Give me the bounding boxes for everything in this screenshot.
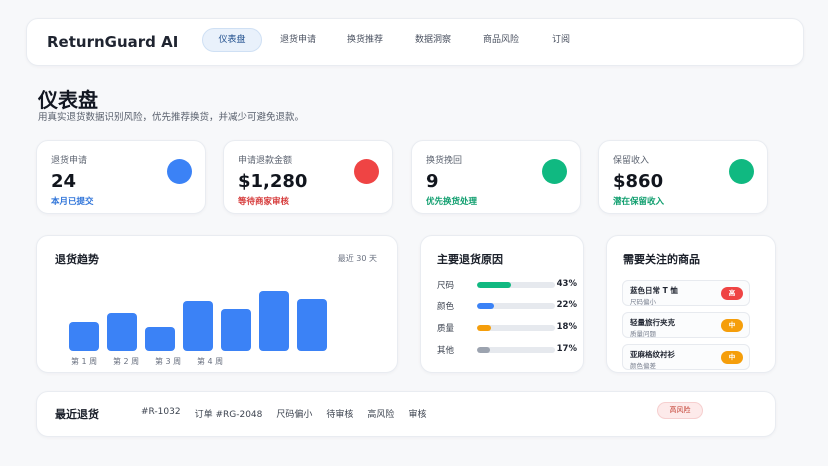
status-dot-icon <box>354 159 379 184</box>
recent-returns-card: 最近退货 #R-1032 订单 #RG-2048 尺码偏小 待审核 高风险 审核… <box>36 391 776 437</box>
risk-badge: 中 <box>721 351 743 364</box>
product-issue: 质量问题 <box>630 330 656 338</box>
reason-percent: 43% <box>556 279 577 289</box>
reason-label: 其他 <box>437 346 455 356</box>
status-dot-icon <box>167 159 192 184</box>
status-badge: 高风险 <box>657 402 703 419</box>
brand-logo[interactable]: ReturnGuard AI <box>47 33 178 51</box>
week-label: 第 3 周 <box>155 356 181 366</box>
reasons-title: 主要退货原因 <box>437 253 503 266</box>
recent-returns-title: 最近退货 <box>55 408 99 421</box>
trend-bar[interactable] <box>259 291 289 351</box>
review-action[interactable]: 审核 <box>408 407 426 420</box>
stat-value: $1,280 <box>238 171 308 192</box>
product-name: 蓝色日常 T 恤 <box>630 286 678 295</box>
reason-percent: 17% <box>556 344 577 354</box>
stat-value: 9 <box>426 171 439 192</box>
stat-card-refund-amount: 申请退款金额 $1,280 等待商家审核 <box>223 140 393 214</box>
stat-label: 退货申请 <box>51 156 88 166</box>
reason-progress-bar <box>477 347 555 353</box>
stat-card-return-requests: 退货申请 24 本月已提交 <box>36 140 206 214</box>
main-nav: 仪表盘 退货申请 换货推荐 数据洞察 商品风险 订阅 <box>202 28 590 52</box>
reason-label: 尺码 <box>437 281 455 291</box>
stat-value: $860 <box>613 171 664 192</box>
stat-label: 保留收入 <box>613 156 650 166</box>
product-issue: 尺码偏小 <box>630 298 656 306</box>
stat-note: 优先换货处理 <box>426 197 478 207</box>
week-label: 第 1 周 <box>71 356 97 366</box>
return-reason: 尺码偏小 <box>276 410 313 420</box>
reason-progress-fill <box>477 282 511 288</box>
reason-percent: 22% <box>556 300 577 310</box>
week-label: 第 4 周 <box>197 356 223 366</box>
return-reasons-card: 主要退货原因 尺码 43% 颜色 22% 质量 18% 其他 17% <box>420 235 584 373</box>
watchlist-title: 需要关注的商品 <box>623 253 700 266</box>
watchlist-item[interactable]: 轻量旅行夹克 质量问题 中 <box>622 312 750 338</box>
tab-product-risk[interactable]: 商品风险 <box>470 28 532 52</box>
watchlist-item[interactable]: 亚麻格纹衬衫 颜色偏差 中 <box>622 344 750 370</box>
reason-row: 颜色 22% <box>437 300 577 312</box>
watchlist-card: 需要关注的商品 蓝色日常 T 恤 尺码偏小 高 轻量旅行夹克 质量问题 中 亚麻… <box>606 235 776 373</box>
week-label: 第 2 周 <box>113 356 139 366</box>
reason-row: 其他 17% <box>437 344 577 356</box>
reason-progress-fill <box>477 347 491 353</box>
reason-label: 颜色 <box>437 302 455 312</box>
reason-progress-fill <box>477 303 495 309</box>
product-name: 轻量旅行夹克 <box>630 318 675 327</box>
page-subtitle: 用真实退货数据识别风险，优先推荐换货，并减少可避免退款。 <box>38 112 305 123</box>
risk-badge: 高 <box>721 287 743 300</box>
risk-level: 高风险 <box>367 410 395 420</box>
reason-row: 质量 18% <box>437 322 577 334</box>
tab-subscription[interactable]: 订阅 <box>538 28 584 52</box>
table-row[interactable]: #R-1032 订单 #RG-2048 尺码偏小 待审核 高风险 审核 <box>141 407 440 420</box>
trend-bar[interactable] <box>145 327 175 351</box>
watchlist-item[interactable]: 蓝色日常 T 恤 尺码偏小 高 <box>622 280 750 306</box>
tab-data-insights[interactable]: 数据洞察 <box>402 28 464 52</box>
tab-dashboard[interactable]: 仪表盘 <box>202 28 262 52</box>
tab-exchange-recommendations[interactable]: 换货推荐 <box>334 28 396 52</box>
returns-trend-chart: 第 1 周 第 2 周 第 3 周 第 4 周 <box>69 291 327 366</box>
stat-card-exchange-saves: 换货挽回 9 优先换货处理 <box>411 140 581 214</box>
risk-badge: 中 <box>721 319 743 332</box>
trend-bar[interactable] <box>183 301 213 351</box>
stat-value: 24 <box>51 171 77 192</box>
trend-bar[interactable] <box>221 309 251 351</box>
trend-bar[interactable] <box>297 299 327 351</box>
product-name: 亚麻格纹衬衫 <box>630 350 675 359</box>
stat-note: 等待商家审核 <box>238 197 290 207</box>
stat-label: 申请退款金额 <box>238 156 293 166</box>
stat-note: 潜在保留收入 <box>613 197 665 207</box>
reason-progress-bar <box>477 303 555 309</box>
reason-label: 质量 <box>437 324 455 334</box>
product-issue: 颜色偏差 <box>630 362 656 370</box>
reason-progress-bar <box>477 282 555 288</box>
reason-progress-bar <box>477 325 555 331</box>
returns-trend-card: 退货趋势 最近 30 天 第 1 周 第 2 周 第 3 周 第 4 周 <box>36 235 398 373</box>
reason-progress-fill <box>477 325 492 331</box>
trend-bar[interactable] <box>69 322 99 351</box>
status-dot-icon <box>542 159 567 184</box>
top-navbar: ReturnGuard AI 仪表盘 退货申请 换货推荐 数据洞察 商品风险 订… <box>26 18 804 66</box>
trend-bar[interactable] <box>107 313 137 351</box>
stat-label: 换货挽回 <box>426 156 463 166</box>
stat-note: 本月已提交 <box>51 197 94 207</box>
status-dot-icon <box>729 159 754 184</box>
tab-return-requests[interactable]: 退货申请 <box>268 28 328 52</box>
reason-percent: 18% <box>556 322 577 332</box>
order-id: 订单 #RG-2048 <box>194 410 263 420</box>
return-status: 待审核 <box>326 410 354 420</box>
stat-card-retained-revenue: 保留收入 $860 潜在保留收入 <box>598 140 768 214</box>
reason-row: 尺码 43% <box>437 279 577 291</box>
return-id: #R-1032 <box>141 407 181 417</box>
